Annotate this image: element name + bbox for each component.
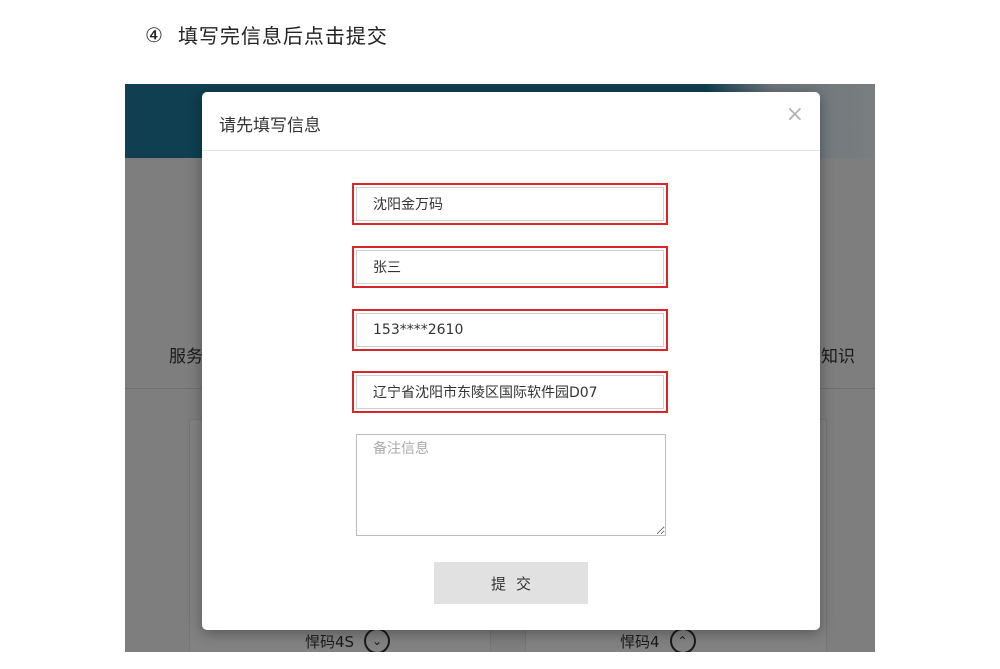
submit-button[interactable]: 提交 (434, 562, 588, 604)
name-field-highlight (352, 246, 668, 288)
company-field-highlight (352, 183, 668, 225)
close-icon[interactable]: × (786, 104, 804, 126)
phone-input[interactable] (356, 313, 664, 347)
name-input[interactable] (356, 250, 664, 284)
step-caption: ④ 填写完信息后点击提交 (145, 20, 388, 49)
phone-field-highlight (352, 309, 668, 351)
info-modal: 请先填写信息 × 提交 (202, 92, 820, 630)
remark-textarea[interactable] (356, 434, 666, 536)
step-instruction: 填写完信息后点击提交 (177, 24, 388, 48)
company-input[interactable] (356, 187, 664, 221)
step-number: ④ (145, 22, 164, 47)
address-input[interactable] (356, 375, 664, 409)
modal-header: 请先填写信息 × (202, 92, 820, 151)
modal-title: 请先填写信息 (219, 116, 321, 136)
address-field-highlight (352, 371, 668, 413)
